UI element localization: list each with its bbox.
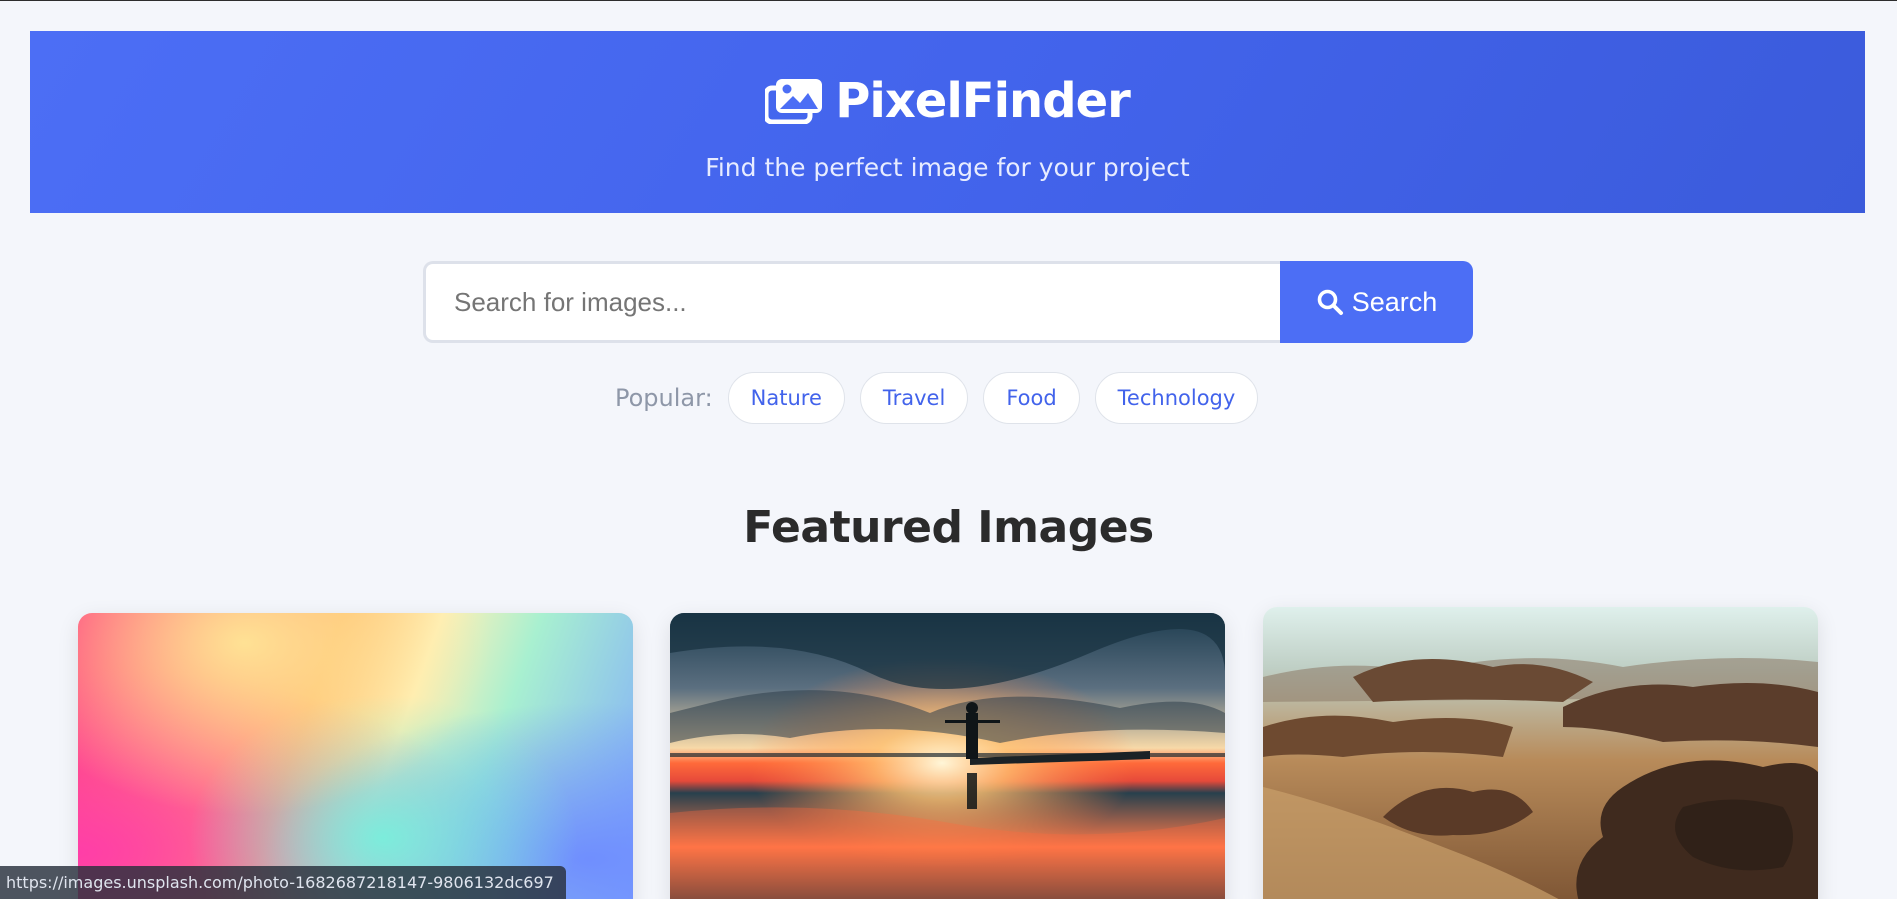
search-icon <box>1316 288 1344 316</box>
image-card-desert-rocks[interactable] <box>1263 607 1818 899</box>
image-card-sunset-silhouette[interactable] <box>670 613 1225 899</box>
brand: PixelFinder <box>30 73 1865 129</box>
tag-technology[interactable]: Technology <box>1094 372 1259 424</box>
images-icon <box>763 78 823 125</box>
window-top-border <box>0 0 1897 1</box>
search-button[interactable]: Search <box>1280 261 1473 343</box>
search-bar: Search <box>423 261 1473 343</box>
image-card-abstract-gradient[interactable] <box>78 613 633 899</box>
tagline: Find the perfect image for your project <box>705 153 1190 182</box>
tag-food[interactable]: Food <box>983 372 1080 424</box>
search-input[interactable] <box>423 261 1280 343</box>
featured-title: Featured Images <box>743 502 1154 553</box>
tag-nature[interactable]: Nature <box>727 372 845 424</box>
popular-label: Popular: <box>615 384 713 412</box>
tag-travel[interactable]: Travel <box>859 372 969 424</box>
search-button-label: Search <box>1351 286 1438 317</box>
popular-tags: Popular: Nature Travel Food Technology <box>615 372 1259 424</box>
hero-header: PixelFinder Find the perfect image for y… <box>30 31 1865 213</box>
brand-title: PixelFinder <box>835 73 1131 129</box>
status-url: https://images.unsplash.com/photo-168268… <box>0 866 566 899</box>
